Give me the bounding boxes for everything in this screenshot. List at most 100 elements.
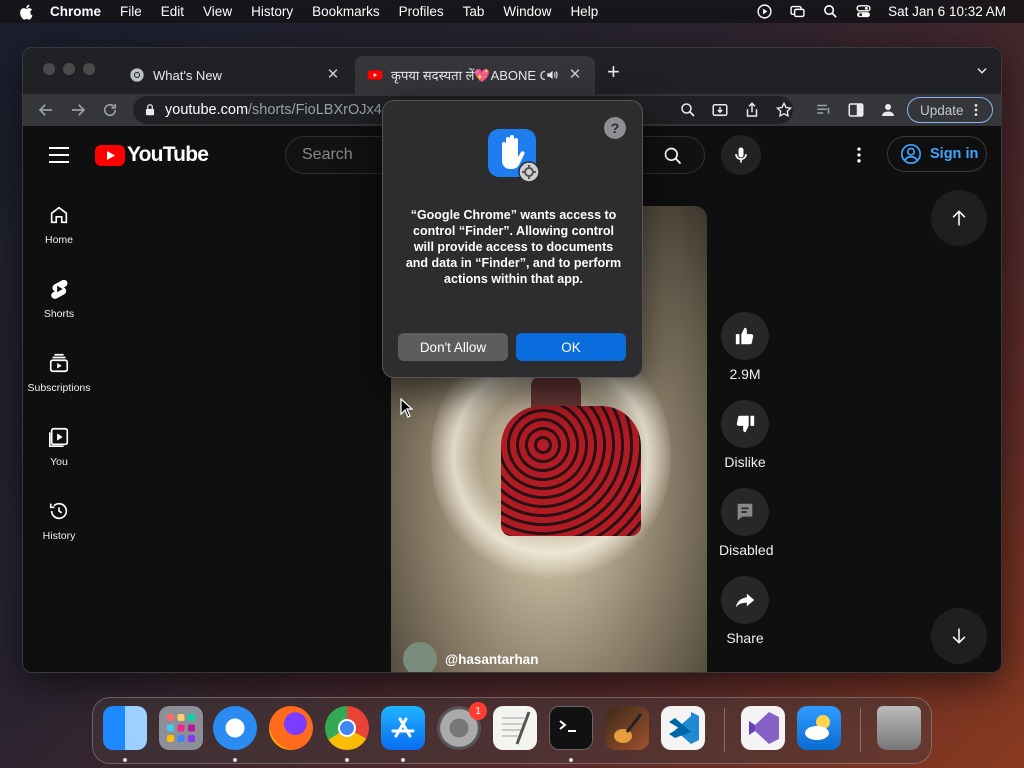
control-center-icon[interactable] — [855, 3, 872, 20]
like-button[interactable] — [721, 312, 769, 360]
help-button[interactable]: ? — [604, 117, 626, 139]
menu-profiles[interactable]: Profiles — [399, 4, 444, 19]
menu-history[interactable]: History — [251, 4, 293, 19]
channel-info[interactable]: @hasantarhan — [403, 642, 538, 672]
bookmark-star-icon[interactable] — [775, 101, 793, 119]
menu-help[interactable]: Help — [570, 4, 598, 19]
voice-search-button[interactable] — [721, 135, 761, 175]
forward-arrow-icon[interactable] — [69, 101, 87, 119]
sidebar-item-subscriptions[interactable]: Subscriptions — [23, 352, 95, 394]
settings-dots-icon[interactable] — [849, 145, 869, 165]
ok-button[interactable]: OK — [516, 333, 626, 361]
lock-icon[interactable] — [143, 103, 157, 117]
menu-file[interactable]: File — [120, 4, 142, 19]
comments-button[interactable] — [721, 488, 769, 536]
dont-allow-button[interactable]: Don't Allow — [398, 333, 508, 361]
textedit-icon[interactable] — [493, 706, 537, 750]
search-placeholder: Search — [302, 146, 353, 163]
hamburger-menu-icon[interactable] — [49, 146, 69, 164]
privacy-hand-icon — [488, 129, 540, 183]
close-window-button[interactable] — [43, 63, 55, 75]
tab-youtube-short[interactable]: कृपया सदस्यता लें💖ABONE OL ✕ — [355, 56, 595, 94]
menu-window[interactable]: Window — [503, 4, 551, 19]
share-page-icon[interactable] — [743, 101, 761, 119]
spotlight-search-icon[interactable] — [822, 3, 839, 20]
search-icon[interactable] — [663, 146, 683, 166]
thumbs-down-icon — [736, 415, 755, 433]
comment-icon — [737, 503, 753, 521]
youtube-logo[interactable]: YouTube — [95, 143, 209, 167]
chrome-center — [338, 719, 356, 737]
weather-icon[interactable] — [797, 706, 841, 750]
apple-icon[interactable] — [18, 3, 36, 21]
sidebar-item-label: You — [50, 456, 68, 468]
garageband-icon[interactable] — [605, 706, 649, 750]
like-action: 2.9M — [719, 312, 771, 382]
trash-icon[interactable] — [877, 706, 921, 750]
dock-separator — [860, 708, 861, 752]
url-path: /shorts/FioLBXrOJx4 — [248, 102, 382, 118]
menu-tab[interactable]: Tab — [463, 4, 485, 19]
dislike-button[interactable] — [721, 400, 769, 448]
close-tab-icon[interactable]: ✕ — [325, 67, 341, 83]
zoom-window-button[interactable] — [83, 63, 95, 75]
vscode-glyph — [669, 712, 699, 744]
arrow-down-icon — [952, 628, 966, 644]
firefox-icon[interactable] — [269, 706, 313, 750]
chrome-favicon-icon — [130, 68, 144, 82]
speaker-icon[interactable] — [545, 68, 559, 82]
safari-icon[interactable] — [213, 706, 257, 750]
menu-clock[interactable]: Sat Jan 6 10:32 AM — [888, 4, 1006, 19]
sidebar-item-label: History — [42, 530, 76, 542]
finder-icon[interactable] — [103, 706, 147, 750]
update-chrome-button[interactable]: Update — [907, 97, 993, 123]
play-circle-icon[interactable] — [756, 3, 773, 20]
install-app-icon[interactable] — [711, 101, 729, 119]
next-short-button[interactable] — [931, 608, 987, 664]
reload-icon[interactable] — [101, 101, 119, 119]
dislike-action: Dislike — [719, 400, 771, 470]
media-controls-icon[interactable] — [815, 101, 833, 119]
dock-running-indicator — [233, 758, 237, 762]
share-button[interactable] — [721, 576, 769, 624]
search-page-icon[interactable] — [679, 101, 697, 119]
vscode-icon[interactable] — [661, 706, 705, 750]
sidebar-item-you[interactable]: You — [23, 426, 95, 468]
terminal-icon[interactable] — [549, 706, 593, 750]
menu-edit[interactable]: Edit — [161, 4, 184, 19]
side-panel-icon[interactable] — [847, 101, 865, 119]
youtube-play-logo-icon — [95, 144, 125, 166]
new-tab-button[interactable]: + — [607, 61, 620, 83]
library-play-icon — [49, 427, 69, 447]
comments-action: Disabled — [719, 488, 773, 558]
previous-short-button[interactable] — [931, 190, 987, 246]
sign-in-button[interactable]: Sign in — [887, 136, 987, 172]
video-frame-person — [501, 406, 641, 536]
menu-app-name[interactable]: Chrome — [50, 4, 101, 19]
sidebar-item-shorts[interactable]: Shorts — [23, 278, 95, 320]
youtube-wordmark: YouTube — [127, 143, 209, 166]
screen-mirroring-icon[interactable] — [789, 3, 806, 20]
chrome-icon[interactable] — [325, 706, 369, 750]
profile-icon[interactable] — [879, 101, 897, 119]
app-store-icon[interactable] — [381, 706, 425, 750]
visual-studio-icon[interactable] — [741, 706, 785, 750]
app-store-glyph — [391, 717, 415, 738]
sidebar-item-home[interactable]: Home — [23, 204, 95, 246]
menu-bookmarks[interactable]: Bookmarks — [312, 4, 380, 19]
channel-name[interactable]: @hasantarhan — [445, 652, 538, 667]
vertical-dots-icon[interactable] — [968, 102, 984, 118]
weather-glyph — [805, 715, 830, 740]
dock-running-indicator — [569, 758, 573, 762]
like-count: 2.9M — [729, 366, 761, 382]
minimize-window-button[interactable] — [63, 63, 75, 75]
close-tab-icon[interactable]: ✕ — [567, 67, 583, 83]
sidebar-item-history[interactable]: History — [23, 500, 95, 542]
back-arrow-icon[interactable] — [37, 101, 55, 119]
menu-view[interactable]: View — [203, 4, 232, 19]
tab-whats-new[interactable]: What's New ✕ — [117, 56, 353, 94]
tab-search-chevron-icon[interactable] — [975, 64, 989, 78]
menu-extras: Sat Jan 6 10:32 AM — [756, 0, 1006, 23]
avatar[interactable] — [403, 642, 437, 672]
launchpad-icon[interactable] — [159, 706, 203, 750]
